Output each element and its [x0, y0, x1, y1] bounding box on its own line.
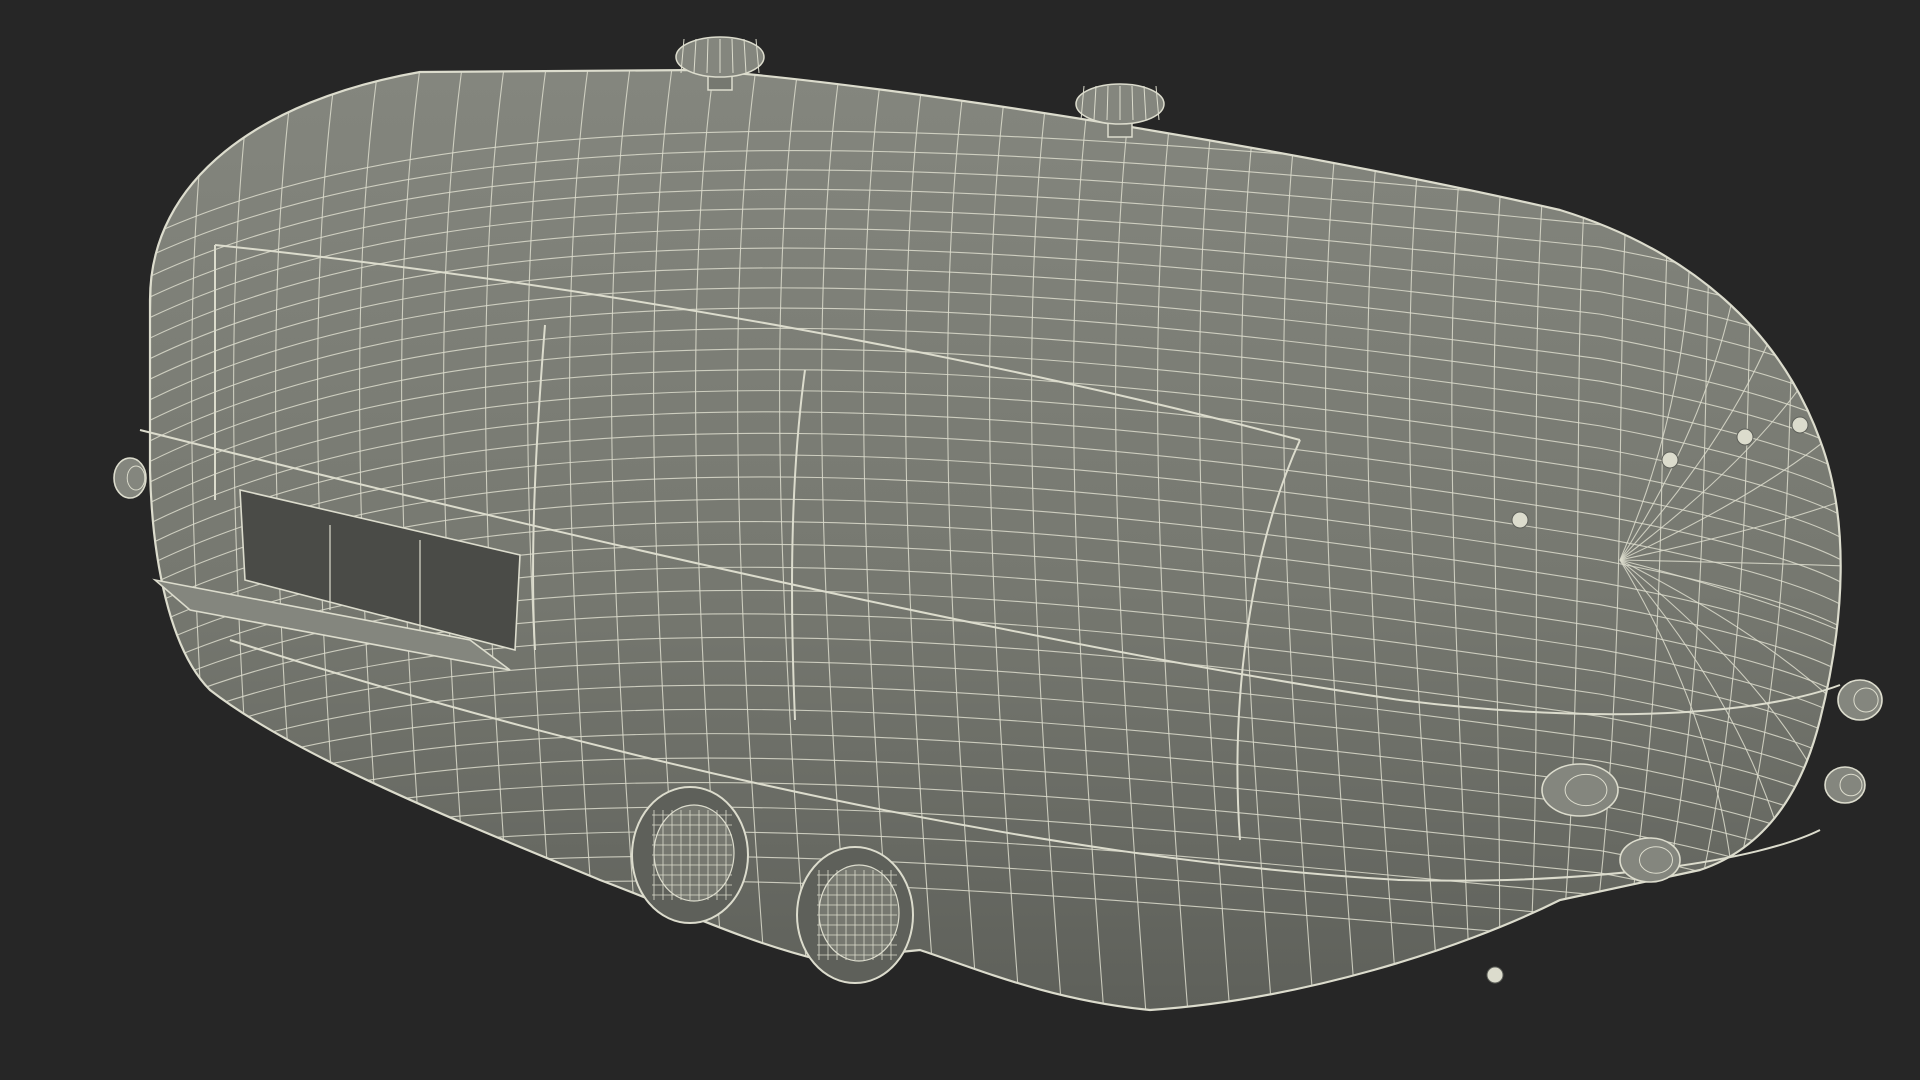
tail-light-icon: [1619, 837, 1681, 883]
wheel-icon: [631, 786, 749, 924]
tail-light-icon: [1824, 766, 1866, 804]
marker-light-icon: [1736, 428, 1754, 446]
marker-light-icon: [1486, 966, 1504, 984]
marker-light-icon: [1511, 511, 1529, 529]
tail-light-icon: [1837, 679, 1883, 721]
tail-light-icon: [1541, 763, 1619, 817]
wheel-icon: [796, 846, 914, 984]
marker-light-icon: [1791, 416, 1809, 434]
render-viewport: [0, 0, 1920, 1080]
wireframe-render: [108, 36, 1883, 1040]
mesh-line: [108, 40, 140, 1040]
tail-light-icon: [113, 457, 147, 499]
marker-light-icon: [1661, 451, 1679, 469]
